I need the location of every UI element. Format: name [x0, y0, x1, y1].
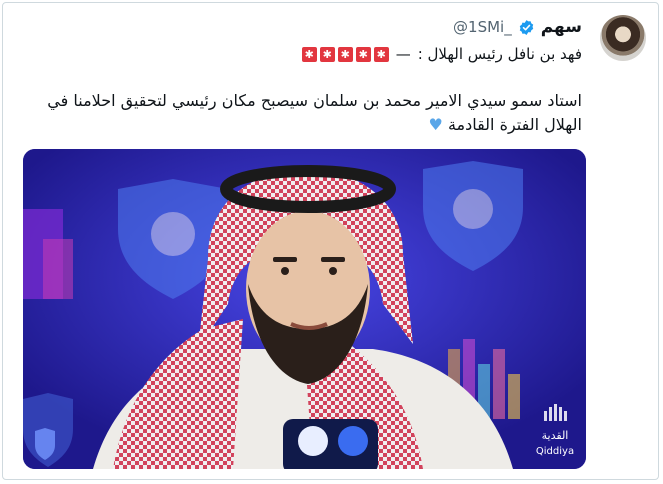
tweet-body: استاد سمو سيدي الامير محمد بن سلمان سيصب…: [12, 89, 582, 137]
police-siren-icon: ✱: [373, 46, 389, 62]
em-dash: —: [395, 45, 411, 63]
microphone: [283, 419, 378, 469]
tweet-text: استاد سمو سيدي الامير محمد بن سلمان سيصب…: [47, 91, 582, 134]
author-avatar[interactable]: [600, 15, 646, 61]
svg-text:القدية: القدية: [542, 429, 569, 442]
blue-heart-icon: ♥: [428, 115, 443, 134]
police-siren-icon: ✱: [355, 46, 371, 62]
police-siren-icon: ✱: [301, 46, 317, 62]
author-name[interactable]: سهم: [541, 17, 582, 37]
press-conference-photo: القدية Qiddiya: [23, 149, 586, 469]
tweet-media-image[interactable]: القدية Qiddiya: [23, 149, 586, 469]
headline-text: فهد بن نافل رئيس الهلال :: [417, 45, 582, 63]
author-handle[interactable]: @1SMi_: [453, 18, 512, 36]
tweet-header: سهم @1SMi_: [453, 17, 582, 37]
tweet-first-line: فهد بن نافل رئيس الهلال : — ✱ ✱ ✱ ✱ ✱: [301, 45, 582, 63]
verified-badge-icon: [519, 19, 533, 35]
police-siren-icon: ✱: [337, 46, 353, 62]
svg-text:Qiddiya: Qiddiya: [536, 446, 574, 457]
police-siren-icon: ✱: [319, 46, 335, 62]
